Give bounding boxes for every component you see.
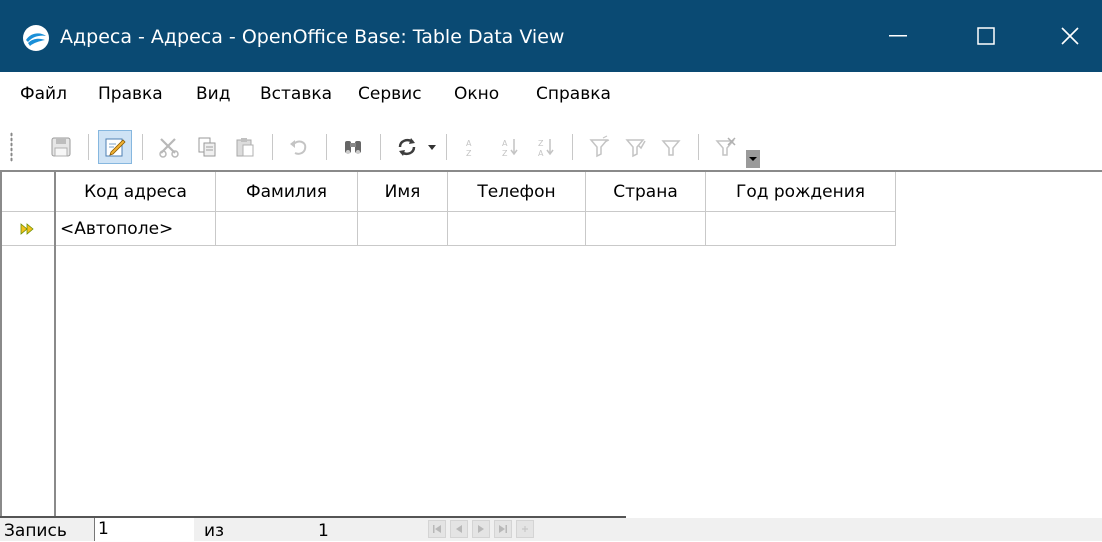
svg-text:A: A: [538, 149, 544, 158]
toolbar-separator: [142, 134, 143, 160]
row-selector-new[interactable]: [2, 212, 54, 246]
record-navigation-buttons: [428, 520, 534, 540]
menu-bar: Файл Правка Вид Вставка Сервис Окно Спра…: [0, 72, 1102, 118]
apply-filter-button[interactable]: [654, 130, 688, 164]
menu-view[interactable]: Вид: [196, 82, 230, 106]
copy-button[interactable]: [190, 130, 224, 164]
table-cell[interactable]: [706, 212, 896, 246]
toolbar-separator: [272, 134, 273, 160]
copy-icon: [198, 137, 216, 157]
first-record-button[interactable]: [428, 520, 446, 538]
toolbar-separator: [380, 134, 381, 160]
close-icon: [1061, 27, 1079, 45]
minimize-button[interactable]: [858, 0, 938, 72]
sort-ascending-icon: AZ: [502, 139, 518, 158]
record-total: 1: [318, 521, 329, 541]
sort-ascending-button[interactable]: AZ: [494, 130, 528, 164]
record-navigation-bar: Запись 1 из 1: [0, 518, 1102, 541]
sort-descending-icon: ZA: [538, 139, 554, 158]
toolbar: AZ AZ ZA: [0, 118, 1102, 170]
remove-filter-icon: [715, 137, 736, 156]
menu-edit[interactable]: Правка: [98, 82, 163, 106]
new-record-icon: [522, 526, 528, 532]
table-cell[interactable]: <Автополе>: [56, 212, 216, 246]
save-button[interactable]: [44, 130, 78, 164]
openoffice-app-icon[interactable]: [22, 24, 50, 52]
sort-icon: AZ: [466, 139, 472, 158]
toolbar-separator: [572, 134, 573, 160]
chevron-down-icon: [428, 145, 436, 150]
auto-filter-button[interactable]: [582, 130, 616, 164]
close-button[interactable]: [1030, 0, 1102, 72]
menu-window[interactable]: Окно: [454, 82, 499, 106]
standard-filter-button[interactable]: [618, 130, 652, 164]
title-bar: Адреса - Адреса - OpenOffice Base: Table…: [0, 0, 1102, 72]
cut-icon: [159, 138, 179, 158]
toolbar-separator: [446, 134, 447, 160]
apply-filter-icon: [661, 140, 681, 156]
new-record-button[interactable]: [516, 520, 534, 538]
refresh-dropdown[interactable]: [424, 130, 440, 164]
column-header[interactable]: Имя: [358, 172, 448, 212]
minimize-icon: [889, 35, 907, 37]
new-record-indicator-icon: [20, 222, 34, 235]
save-icon: [51, 137, 71, 157]
previous-record-icon: [456, 525, 462, 533]
refresh-button[interactable]: [390, 130, 424, 164]
standard-filter-icon: [625, 139, 646, 158]
svg-text:Z: Z: [502, 149, 508, 158]
row-header-column: [2, 172, 56, 518]
record-label: Запись: [4, 521, 67, 541]
edit-mode-icon: [105, 138, 126, 157]
svg-text:Z: Z: [538, 139, 544, 148]
table-cell[interactable]: [448, 212, 586, 246]
previous-record-button[interactable]: [450, 520, 468, 538]
remove-filter-button[interactable]: [708, 130, 742, 164]
of-label: из: [204, 521, 225, 541]
table-cell[interactable]: [358, 212, 448, 246]
maximize-button[interactable]: [946, 0, 1026, 72]
record-number-input[interactable]: 1: [94, 518, 194, 541]
edit-mode-button[interactable]: [98, 130, 132, 164]
toolbar-overflow-button[interactable]: [746, 150, 760, 168]
menu-help[interactable]: Справка: [536, 82, 611, 106]
svg-text:A: A: [466, 139, 472, 148]
column-header[interactable]: Год рождения: [706, 172, 896, 212]
first-record-icon: [433, 525, 441, 533]
last-record-icon: [499, 525, 507, 533]
toolbar-separator: [698, 134, 699, 160]
refresh-icon: [398, 138, 416, 156]
sort-descending-button[interactable]: ZA: [530, 130, 564, 164]
undo-button[interactable]: [282, 130, 316, 164]
table-cell[interactable]: [586, 212, 706, 246]
toolbar-separator: [326, 134, 327, 160]
toolbar-grip[interactable]: [10, 132, 13, 162]
sort-button[interactable]: AZ: [454, 130, 488, 164]
column-header[interactable]: Фамилия: [216, 172, 358, 212]
paste-icon: [236, 138, 254, 157]
column-header[interactable]: Страна: [586, 172, 706, 212]
menu-file[interactable]: Файл: [20, 82, 67, 106]
last-record-button[interactable]: [494, 520, 512, 538]
table-cell[interactable]: [216, 212, 358, 246]
find-button[interactable]: [336, 130, 370, 164]
column-header[interactable]: Телефон: [448, 172, 586, 212]
toolbar-separator: [88, 134, 89, 160]
undo-icon: [290, 140, 307, 155]
find-icon: [345, 141, 361, 154]
chevron-down-icon: [749, 157, 757, 161]
column-header-row: Код адреса Фамилия Имя Телефон Страна Го…: [2, 172, 1102, 212]
paste-button[interactable]: [228, 130, 262, 164]
maximize-icon: [977, 27, 995, 45]
menu-tools[interactable]: Сервис: [358, 82, 422, 106]
column-header[interactable]: Код адреса: [56, 172, 216, 212]
auto-filter-icon: [589, 135, 610, 158]
svg-text:A: A: [502, 139, 508, 148]
window-title: Адреса - Адреса - OpenOffice Base: Table…: [60, 26, 565, 48]
next-record-button[interactable]: [472, 520, 490, 538]
next-record-icon: [478, 525, 484, 533]
svg-text:Z: Z: [466, 149, 472, 158]
menu-insert[interactable]: Вставка: [260, 82, 332, 106]
cut-button[interactable]: [152, 130, 186, 164]
